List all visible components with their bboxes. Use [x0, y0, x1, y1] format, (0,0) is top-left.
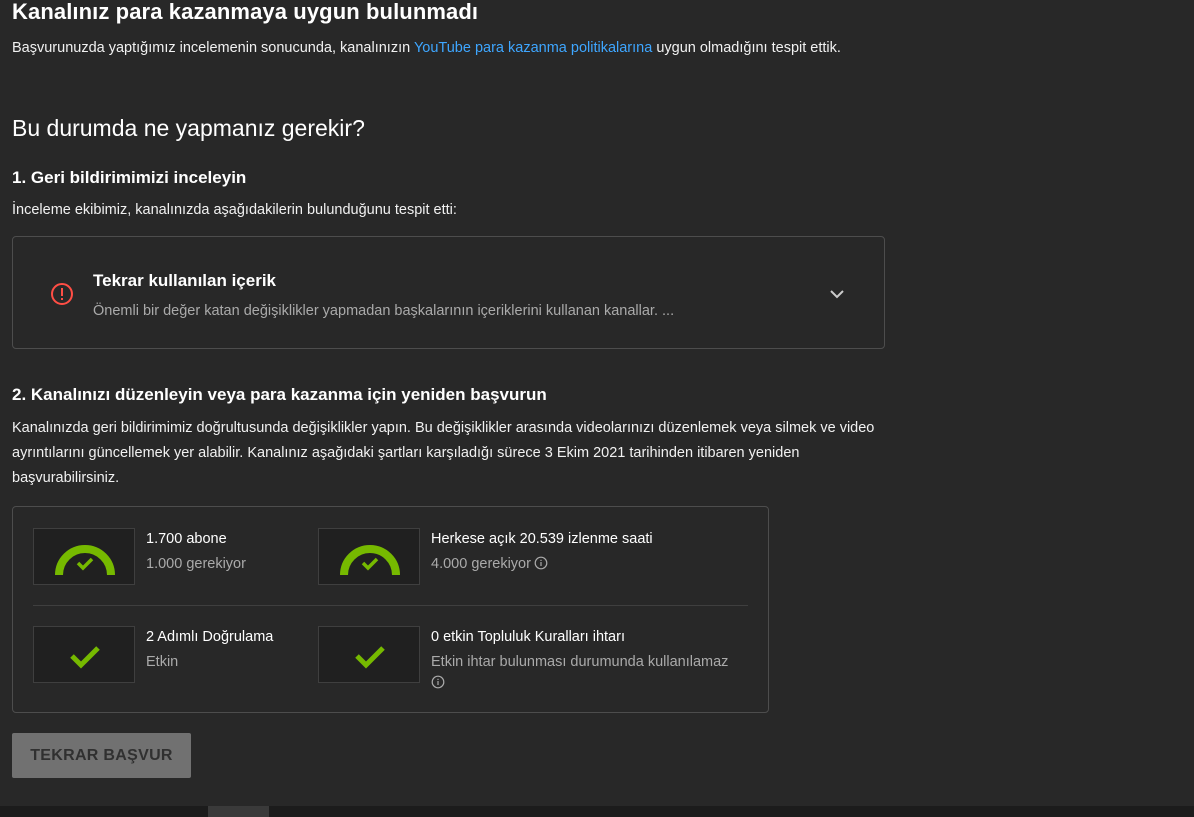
info-icon[interactable]	[431, 675, 445, 689]
requirement-subtitle: Etkin	[146, 654, 179, 670]
step2-title: 2. Kanalınızı düzenleyin veya para kazan…	[12, 385, 547, 404]
requirement-subtitle: Etkin ihtar bulunması durumunda kullanıl…	[431, 652, 728, 694]
chevron-down-icon[interactable]	[826, 283, 848, 305]
monetization-page: Kanalınız para kazanmaya uygun bulunmadı…	[0, 0, 1194, 817]
intro-text-before: Başvurunuzda yaptığımız incelemenin sonu…	[12, 40, 414, 56]
bottom-bar	[0, 806, 1194, 817]
requirement-title: 1.700 abone	[146, 531, 227, 547]
bottom-scroll-tab[interactable]	[208, 806, 269, 817]
issue-card-reused-content[interactable]: Tekrar kullanılan içerik Önemli bir değe…	[12, 236, 885, 349]
section-title: Bu durumda ne yapmanız gerekir?	[12, 115, 365, 141]
check-icon	[70, 646, 100, 669]
intro-text: Başvurunuzda yaptığımız incelemenin sonu…	[12, 36, 872, 61]
requirement-icon-box	[33, 626, 135, 683]
error-icon	[50, 282, 74, 306]
reapply-button[interactable]: TEKRAR BAŞVUR	[12, 733, 191, 778]
step1-title: 1. Geri bildirimimizi inceleyin	[12, 168, 247, 187]
step1-description: İnceleme ekibimiz, kanalınızda aşağıdaki…	[12, 202, 457, 218]
gauge-check-icon	[340, 545, 400, 576]
requirement-subtitle: 4.000 gerekiyor	[431, 554, 548, 575]
requirement-icon-box	[33, 528, 135, 585]
requirements-divider	[33, 605, 748, 606]
requirement-icon-box	[318, 626, 420, 683]
issue-title: Tekrar kullanılan içerik	[93, 271, 276, 290]
step2-description: Kanalınızda geri bildirimimiz doğrultusu…	[12, 420, 875, 486]
page-title: Kanalınız para kazanmaya uygun bulunmadı	[12, 0, 479, 24]
requirement-icon-box	[318, 528, 420, 585]
requirement-title: Herkese açık 20.539 izlenme saati	[431, 531, 653, 547]
info-icon[interactable]	[534, 556, 548, 570]
requirement-subtitle: 1.000 gerekiyor	[146, 556, 246, 572]
gauge-check-icon	[55, 545, 115, 576]
issue-summary: Önemli bir değer katan değişiklikler yap…	[93, 303, 675, 319]
intro-text-after: uygun olmadığını tespit ettik.	[652, 40, 841, 56]
requirement-title: 2 Adımlı Doğrulama	[146, 629, 274, 645]
check-icon	[355, 646, 385, 669]
requirement-title: 0 etkin Topluluk Kuralları ihtarı	[431, 629, 625, 645]
monetization-policies-link[interactable]: YouTube para kazanma politikalarına	[414, 40, 652, 56]
requirements-card: 1.700 abone 1.000 gerekiyor Herkese açık…	[12, 506, 769, 713]
